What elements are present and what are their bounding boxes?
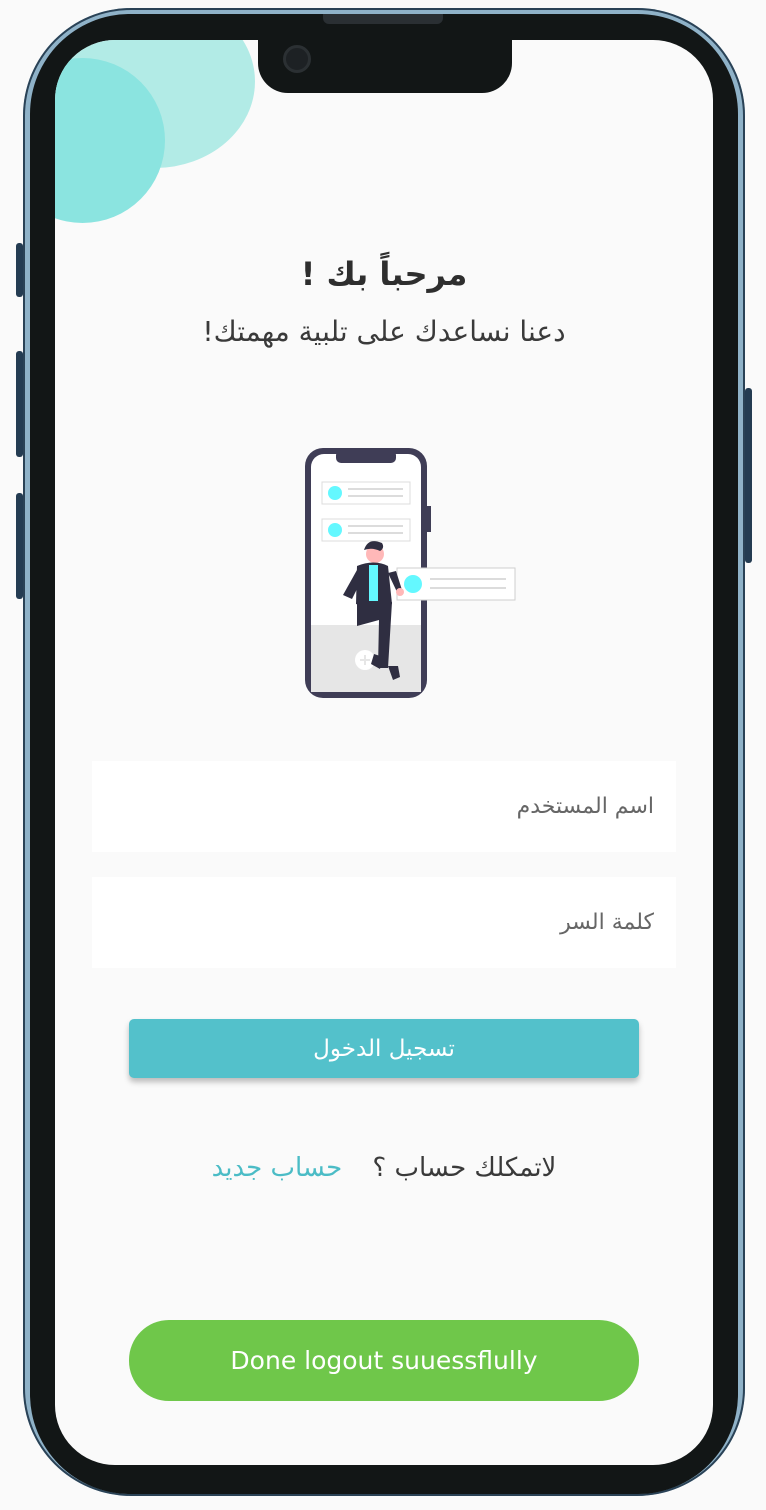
- welcome-subtitle: دعنا نساعدك على تلبية مهمتك!: [202, 315, 566, 348]
- front-camera: [283, 45, 311, 73]
- login-button[interactable]: تسجيل الدخول: [129, 1019, 639, 1078]
- username-input[interactable]: [92, 761, 676, 852]
- welcome-title: مرحباً بك !: [300, 255, 468, 293]
- signup-link[interactable]: حساب جديد: [212, 1153, 343, 1183]
- speaker-grille: [323, 14, 443, 24]
- power-button: [745, 388, 752, 563]
- volume-down-button: [16, 493, 23, 599]
- signup-row: لاتمكلك حساب ؟ حساب جديد: [55, 1153, 713, 1183]
- signup-question: لاتمكلك حساب ؟: [372, 1153, 557, 1183]
- app-screen: مرحباً بك ! دعنا نساعدك على تلبية مهمتك!: [55, 40, 713, 1465]
- mute-switch: [16, 243, 23, 297]
- logout-toast: Done logout suuessflully: [129, 1320, 639, 1401]
- volume-up-button: [16, 351, 23, 457]
- password-input[interactable]: [92, 877, 676, 968]
- person-sitting-on-phone-illustration: [305, 448, 516, 698]
